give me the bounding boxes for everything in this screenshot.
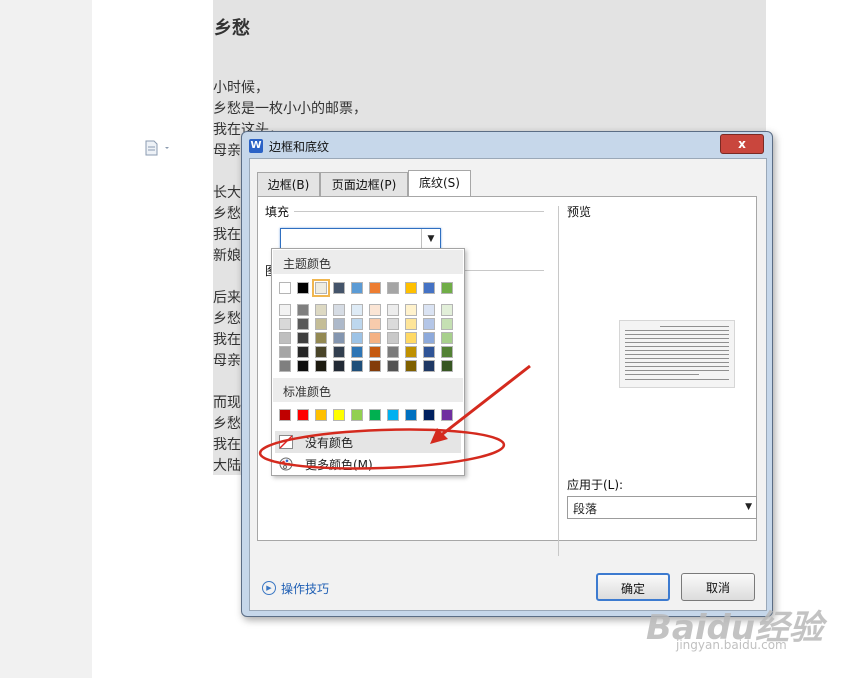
baidu-watermark: Baidu经验 jingyan.baidu.com [646,600,823,658]
annotation-arrow-line [439,364,531,438]
highlight-ellipse [258,428,506,470]
watermark-url: jingyan.baidu.com [676,638,787,652]
annotation-overlay [258,364,531,470]
